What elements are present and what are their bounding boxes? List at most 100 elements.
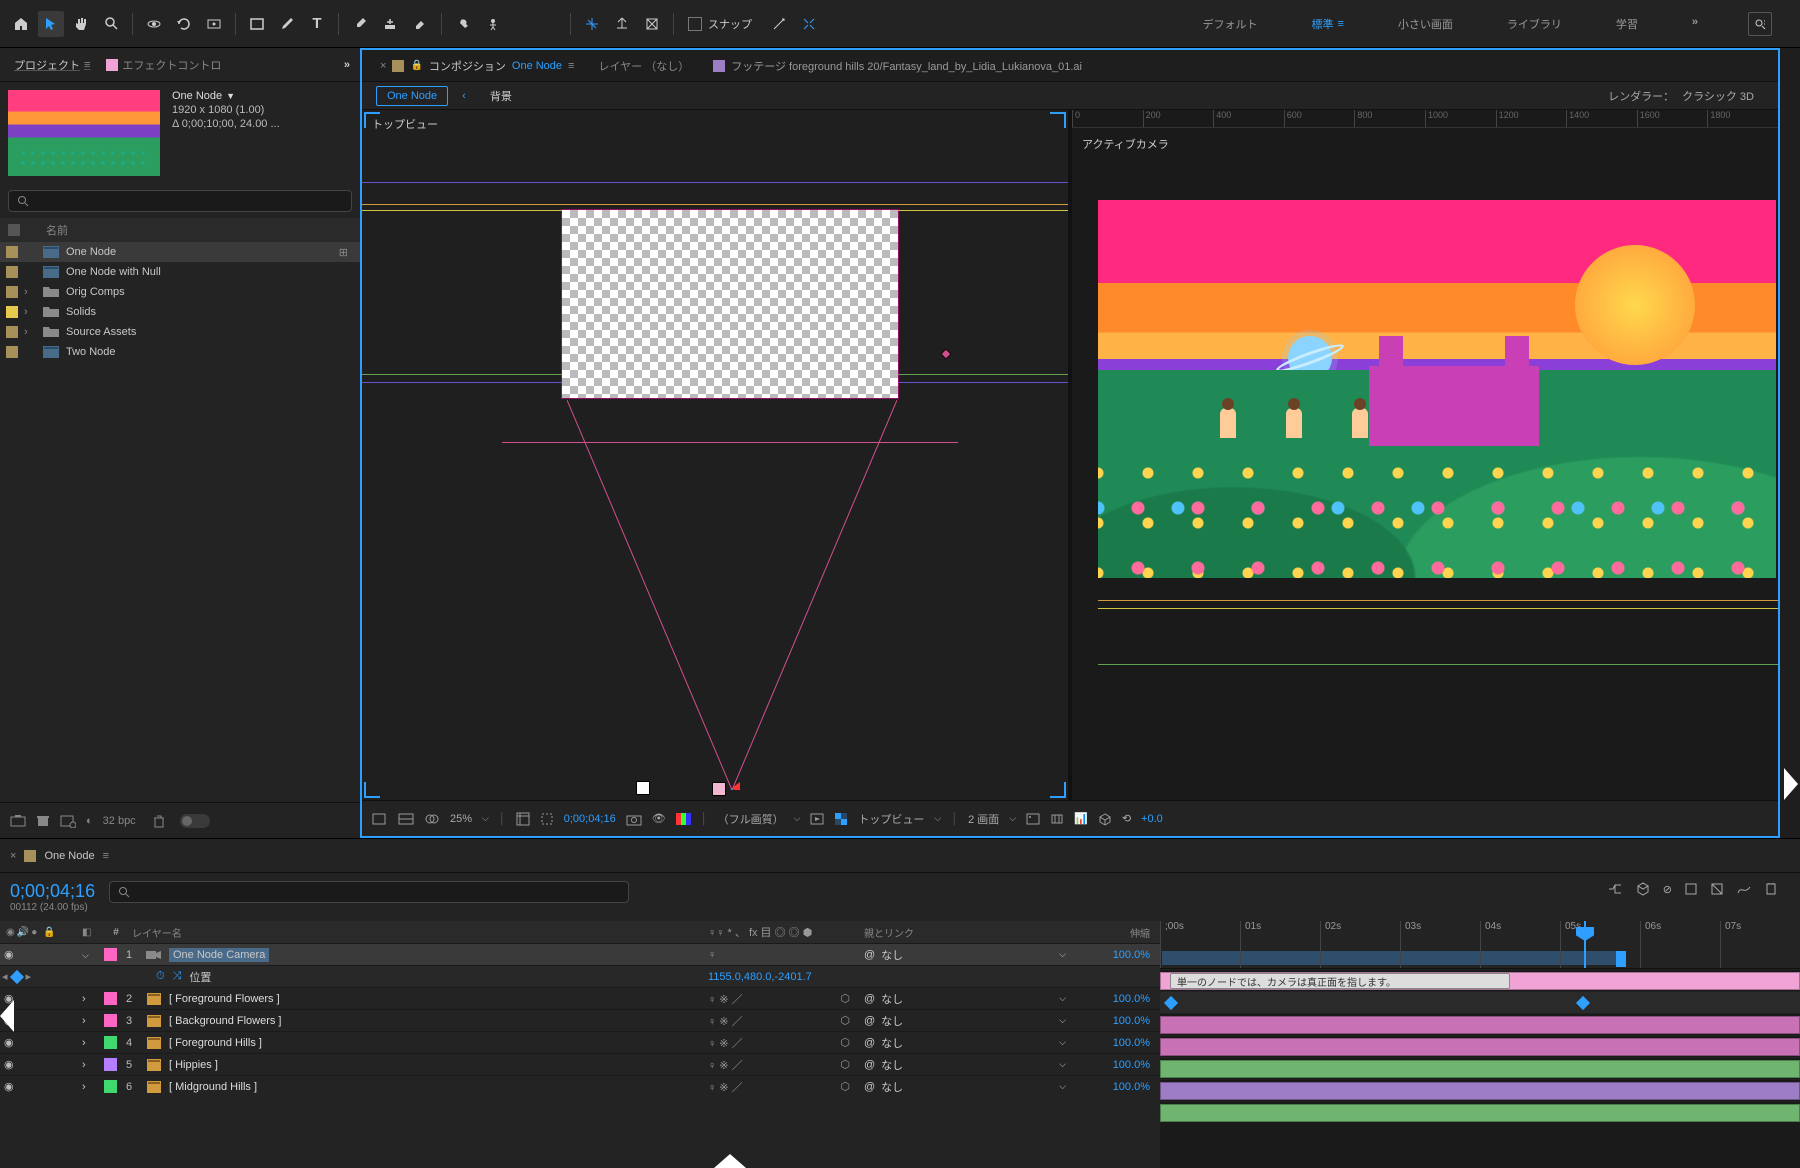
res-icon[interactable]: [398, 812, 414, 826]
poi-handle[interactable]: [940, 348, 951, 359]
stretch-value[interactable]: 100.0%: [1074, 1037, 1160, 1049]
interpret-icon[interactable]: [10, 814, 26, 828]
pickwhip-icon[interactable]: @: [864, 993, 875, 1005]
layer-row[interactable]: ◉›2[ Foreground Flowers ]♀ ※ ／ ⬡@ なし⌵100…: [0, 987, 1160, 1009]
prev-kf-icon[interactable]: ◂: [2, 970, 8, 983]
timeline-timecode[interactable]: 0;00;04;16 00112 (24.00 fps): [10, 881, 95, 913]
workspace-small[interactable]: 小さい画面: [1386, 12, 1465, 36]
timeline-search[interactable]: [109, 881, 629, 903]
rectangle-tool-icon[interactable]: [244, 11, 270, 37]
track[interactable]: [1160, 1057, 1800, 1079]
next-kf-icon[interactable]: ▸: [26, 970, 32, 983]
keyframe[interactable]: [1164, 996, 1178, 1010]
stretch-value[interactable]: 100.0%: [1074, 1081, 1160, 1093]
cube-icon[interactable]: ⬡: [840, 1080, 850, 1093]
transparency-icon[interactable]: [834, 812, 848, 826]
layer-bar[interactable]: [1160, 1060, 1800, 1078]
search-all-icon[interactable]: [1748, 12, 1772, 36]
tab-effect-controls[interactable]: エフェクトコントロ: [102, 53, 225, 77]
bpc-toggle[interactable]: 32 bpc: [103, 815, 136, 827]
show-snapshot-icon[interactable]: 👁: [652, 812, 666, 825]
stopwatch-icon[interactable]: ⏱: [156, 970, 165, 983]
track[interactable]: [1160, 1035, 1800, 1057]
layer-label[interactable]: [104, 992, 117, 1005]
brush-tool-icon[interactable]: [347, 11, 373, 37]
bin-icon[interactable]: [36, 814, 50, 828]
layer-label[interactable]: [104, 948, 117, 961]
project-item[interactable]: One Node with Null: [0, 262, 360, 282]
layer-row[interactable]: ◉⌵1One Node Camera♀@ なし⌵100.0%: [0, 943, 1160, 965]
guides-icon[interactable]: [540, 812, 554, 826]
selection-tool-icon[interactable]: [38, 11, 64, 37]
layer-row[interactable]: ◉›5[ Hippies ]♀ ※ ／ ⬡@ なし⌵100.0%: [0, 1053, 1160, 1075]
zoom-value[interactable]: 25%: [450, 813, 472, 825]
pan-behind-tool-icon[interactable]: [201, 11, 227, 37]
visibility-icon[interactable]: ◉: [4, 1036, 14, 1049]
color-settings-icon[interactable]: ◐: [86, 815, 93, 827]
track[interactable]: [1160, 1101, 1800, 1123]
quality-dropdown[interactable]: （フル画質）: [718, 811, 784, 827]
property-row[interactable]: ◂▸⏱⤨位置1155.0,480.0,-2401.7: [0, 965, 1160, 987]
stretch-value[interactable]: 100.0%: [1074, 1015, 1160, 1027]
trash-icon[interactable]: [152, 814, 166, 828]
keyframe[interactable]: [1576, 996, 1590, 1010]
workspace-default[interactable]: デフォルト: [1190, 12, 1269, 36]
pen-tool-icon[interactable]: [274, 11, 300, 37]
renderer-info[interactable]: レンダラー： クラシック 3D: [1608, 88, 1778, 104]
project-item[interactable]: One Node⊞: [0, 242, 360, 262]
project-item[interactable]: ›Orig Comps: [0, 282, 360, 302]
view-dropdown[interactable]: トップビュー: [858, 811, 924, 827]
fast-preview-icon[interactable]: [810, 812, 824, 826]
graph-editor-icon[interactable]: [1736, 882, 1752, 896]
roto-tool-icon[interactable]: [450, 11, 476, 37]
stretch-value[interactable]: 100.0%: [1074, 949, 1160, 961]
shy-icon[interactable]: ⊘: [1663, 883, 1672, 896]
layer-row[interactable]: ◉›4[ Foreground Hills ]♀ ※ ／ ⬡@ なし⌵100.0…: [0, 1031, 1160, 1053]
pixel-aspect-icon[interactable]: [1050, 812, 1064, 826]
pickwhip-icon[interactable]: @: [864, 1015, 875, 1027]
new-comp-icon[interactable]: [60, 814, 76, 828]
track[interactable]: 単一のノードでは、カメラは真正面を指します。: [1160, 969, 1800, 991]
flowchart-icon[interactable]: ⊞: [339, 246, 348, 259]
layer-bar[interactable]: [1160, 1016, 1800, 1034]
visibility-icon[interactable]: ◉: [4, 1058, 14, 1071]
parent-dropdown[interactable]: なし: [881, 1035, 1053, 1051]
magnify-icon[interactable]: [372, 812, 388, 826]
keyframe-track[interactable]: [1160, 991, 1800, 1013]
pickwhip-icon[interactable]: @: [864, 1059, 875, 1071]
workspace-library[interactable]: ライブラリ: [1495, 12, 1574, 36]
parent-dropdown[interactable]: なし: [881, 1013, 1053, 1029]
stretch-value[interactable]: 100.0%: [1074, 993, 1160, 1005]
track[interactable]: [1160, 1013, 1800, 1035]
channel-icon[interactable]: [676, 813, 691, 825]
snap-options-icon[interactable]: [766, 11, 792, 37]
timeline-tracks[interactable]: ;00s01s02s03s04s05s06s07s 単一のノードでは、カメラは真…: [1160, 921, 1800, 1168]
marker[interactable]: 単一のノードでは、カメラは真正面を指します。: [1170, 973, 1510, 989]
cube-icon[interactable]: ⬡: [840, 1036, 850, 1049]
layer-tab[interactable]: レイヤー （なし）: [590, 54, 697, 78]
vp-layout-icon[interactable]: [1026, 812, 1040, 826]
breadcrumb-current[interactable]: One Node: [376, 86, 448, 106]
time-value[interactable]: 0;00;04;16: [564, 813, 616, 825]
panel-overflow-icon[interactable]: »: [344, 59, 350, 71]
clone-tool-icon[interactable]: [377, 11, 403, 37]
layer-bar[interactable]: [1160, 1104, 1800, 1122]
snap-toggle[interactable]: スナップ: [688, 16, 752, 32]
grid-icon[interactable]: [516, 812, 530, 826]
axis-local-icon[interactable]: [579, 11, 605, 37]
motion-blur-icon[interactable]: [1710, 882, 1724, 896]
layer-bar[interactable]: [1160, 1082, 1800, 1100]
axis-view-icon[interactable]: [639, 11, 665, 37]
text-tool-icon[interactable]: T: [304, 11, 330, 37]
project-search[interactable]: [8, 190, 352, 212]
workspace-learn[interactable]: 学習: [1604, 12, 1650, 36]
layer-bar[interactable]: [1160, 1038, 1800, 1056]
snap-grid-icon[interactable]: [796, 11, 822, 37]
draft3d-icon[interactable]: [1635, 881, 1651, 897]
project-search-input[interactable]: [35, 195, 343, 207]
cube-icon[interactable]: ⬡: [840, 992, 850, 1005]
timeline-ruler[interactable]: ;00s01s02s03s04s05s06s07s: [1160, 921, 1800, 969]
orbit-tool-icon[interactable]: [141, 11, 167, 37]
parent-dropdown[interactable]: なし: [881, 1057, 1053, 1073]
pickwhip-icon[interactable]: @: [864, 949, 875, 961]
